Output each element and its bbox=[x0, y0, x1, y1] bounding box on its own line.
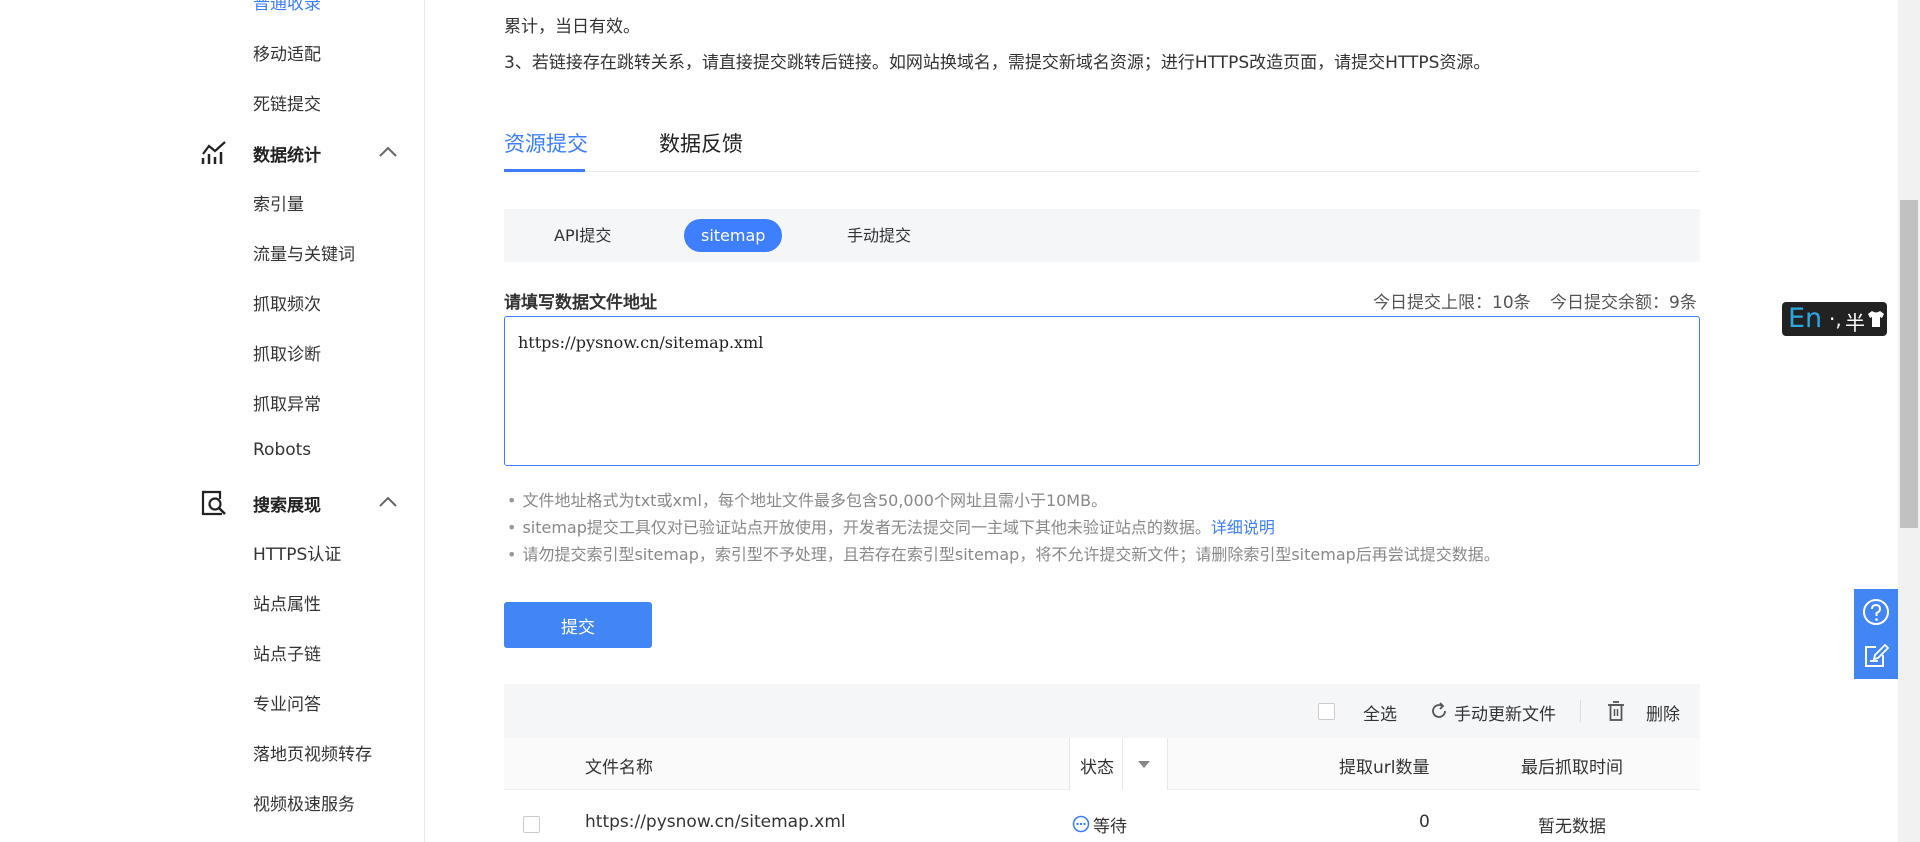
refresh-file-button[interactable]: 手动更新文件 bbox=[1454, 700, 1556, 725]
notice-line-2: 3、若链接存在跳转关系，请直接提交跳转后链接。如网站换域名，需提交新域名资源；进… bbox=[504, 53, 1491, 73]
floating-help-panel bbox=[1854, 589, 1898, 679]
sidebar-item-https-auth[interactable]: HTTPS认证 bbox=[253, 540, 341, 565]
sitemap-url-input[interactable] bbox=[504, 316, 1700, 466]
chevron-up-icon[interactable] bbox=[378, 144, 398, 160]
tab-resource-submit[interactable]: 资源提交 bbox=[504, 128, 588, 158]
chart-icon bbox=[201, 141, 226, 164]
quota-limit: 今日提交上限：10条 bbox=[1373, 293, 1531, 313]
ime-language[interactable]: En bbox=[1788, 303, 1822, 334]
sidebar-group-data-stats[interactable]: 数据统计 bbox=[0, 138, 425, 168]
tip-text: 请勿提交索引型sitemap，索引型不予处理，且若存在索引型sitemap，将不… bbox=[522, 545, 1500, 564]
dropdown-divider bbox=[1122, 738, 1123, 790]
cell-file-name: https://pysnow.cn/sitemap.xml bbox=[585, 812, 846, 832]
tip-index-sitemap: • 请勿提交索引型sitemap，索引型不予处理，且若存在索引型sitemap，将… bbox=[507, 545, 1500, 564]
notice-line-1: 累计，当日有效。 bbox=[504, 17, 640, 37]
tab-data-feedback[interactable]: 数据反馈 bbox=[659, 128, 743, 158]
sidebar-group-label: 搜索展现 bbox=[253, 496, 321, 516]
table-row: https://pysnow.cn/sitemap.xml 等待 0 暂无数据 bbox=[504, 790, 1700, 842]
refresh-icon[interactable] bbox=[1429, 701, 1449, 721]
trash-icon[interactable] bbox=[1606, 700, 1626, 722]
feedback-icon[interactable] bbox=[1861, 641, 1891, 671]
tip-text: 文件地址格式为txt或xml，每个地址文件最多包含50,000个网址且需小于10… bbox=[522, 491, 1108, 510]
sidebar-item-video-fast[interactable]: 视频极速服务 bbox=[253, 790, 355, 815]
column-header-file-name: 文件名称 bbox=[585, 758, 653, 778]
chevron-up-icon[interactable] bbox=[378, 494, 398, 510]
subtab-api-submit[interactable]: API提交 bbox=[554, 219, 611, 252]
column-header-status: 状态 bbox=[1080, 758, 1114, 778]
cell-url-count: 0 bbox=[1419, 812, 1430, 832]
shirt-icon[interactable] bbox=[1866, 309, 1886, 329]
active-tab-indicator bbox=[504, 169, 585, 172]
tip-file-format: • 文件地址格式为txt或xml，每个地址文件最多包含50,000个网址且需小于1… bbox=[507, 491, 1108, 510]
table-toolbar: 全选 手动更新文件 删除 bbox=[504, 684, 1700, 738]
delete-button[interactable]: 删除 bbox=[1646, 700, 1680, 725]
submit-button[interactable]: 提交 bbox=[504, 602, 652, 648]
row-checkbox[interactable] bbox=[523, 816, 540, 833]
sidebar-item-site-attributes[interactable]: 站点属性 bbox=[253, 590, 321, 615]
main-tabs: 资源提交 数据反馈 bbox=[504, 120, 1700, 172]
ime-toolbar[interactable]: En ·, 半 bbox=[1782, 302, 1887, 336]
scrollbar-thumb[interactable] bbox=[1900, 200, 1918, 528]
cell-status: 等待 bbox=[1093, 817, 1127, 837]
toolbar-divider bbox=[1580, 700, 1581, 722]
sidebar-group-search-display[interactable]: 搜索展现 bbox=[0, 488, 425, 518]
sidebar-item-crawl-diagnosis[interactable]: 抓取诊断 bbox=[253, 340, 321, 365]
ime-punctuation[interactable]: ·, bbox=[1829, 307, 1842, 331]
select-all-label[interactable]: 全选 bbox=[1363, 700, 1397, 725]
sidebar-group-label: 数据统计 bbox=[253, 146, 321, 166]
pending-icon bbox=[1072, 815, 1090, 833]
sidebar-item-mobile-adapt[interactable]: 移动适配 bbox=[253, 40, 321, 65]
subtab-manual-submit[interactable]: 手动提交 bbox=[847, 219, 911, 252]
sidebar-item-crawl-errors[interactable]: 抓取异常 bbox=[253, 390, 321, 415]
sidebar-item-dead-link[interactable]: 死链提交 bbox=[253, 90, 321, 115]
quota-remaining: 今日提交余额：9条 bbox=[1550, 293, 1697, 313]
sidebar-item-professional-qa[interactable]: 专业问答 bbox=[253, 690, 321, 715]
form-label: 请填写数据文件地址 bbox=[504, 293, 657, 313]
sidebar-item-landing-video[interactable]: 落地页视频转存 bbox=[253, 740, 372, 765]
select-all-checkbox[interactable] bbox=[1318, 703, 1335, 720]
sidebar-item-normal-index[interactable]: 普通收录 bbox=[253, 0, 321, 14]
tip-text: sitemap提交工具仅对已验证站点开放使用，开发者无法提交同一主域下其他未验证… bbox=[522, 518, 1211, 537]
table-header: 文件名称 状态 提取url数量 最后抓取时间 bbox=[504, 738, 1700, 790]
sidebar-item-robots[interactable]: Robots bbox=[253, 440, 311, 460]
detail-link[interactable]: 详细说明 bbox=[1211, 518, 1275, 537]
status-filter-dropdown[interactable]: 状态 bbox=[1069, 738, 1168, 790]
sidebar-item-traffic-keywords[interactable]: 流量与关键词 bbox=[253, 240, 355, 265]
sidebar-item-site-sublinks[interactable]: 站点子链 bbox=[253, 640, 321, 665]
help-icon[interactable] bbox=[1861, 597, 1891, 627]
column-header-url-count: 提取url数量 bbox=[1339, 758, 1430, 778]
cell-last-crawl: 暂无数据 bbox=[1538, 817, 1606, 837]
submit-method-tabs: API提交 sitemap 手动提交 bbox=[504, 209, 1700, 262]
sidebar: 普通收录 移动适配 死链提交 数据统计 索引量 流量与关键词 抓取频次 抓取诊断… bbox=[0, 0, 425, 842]
subtab-sitemap[interactable]: sitemap bbox=[684, 219, 783, 252]
tip-verified-only: • sitemap提交工具仅对已验证站点开放使用，开发者无法提交同一主域下其他未验… bbox=[507, 518, 1275, 537]
search-display-icon bbox=[201, 490, 226, 516]
caret-down-icon[interactable] bbox=[1137, 760, 1151, 769]
sidebar-item-index-volume[interactable]: 索引量 bbox=[253, 190, 304, 215]
sidebar-item-crawl-frequency[interactable]: 抓取频次 bbox=[253, 290, 321, 315]
ime-width-mode[interactable]: 半 bbox=[1845, 307, 1865, 336]
column-header-last-crawl: 最后抓取时间 bbox=[1521, 758, 1623, 778]
